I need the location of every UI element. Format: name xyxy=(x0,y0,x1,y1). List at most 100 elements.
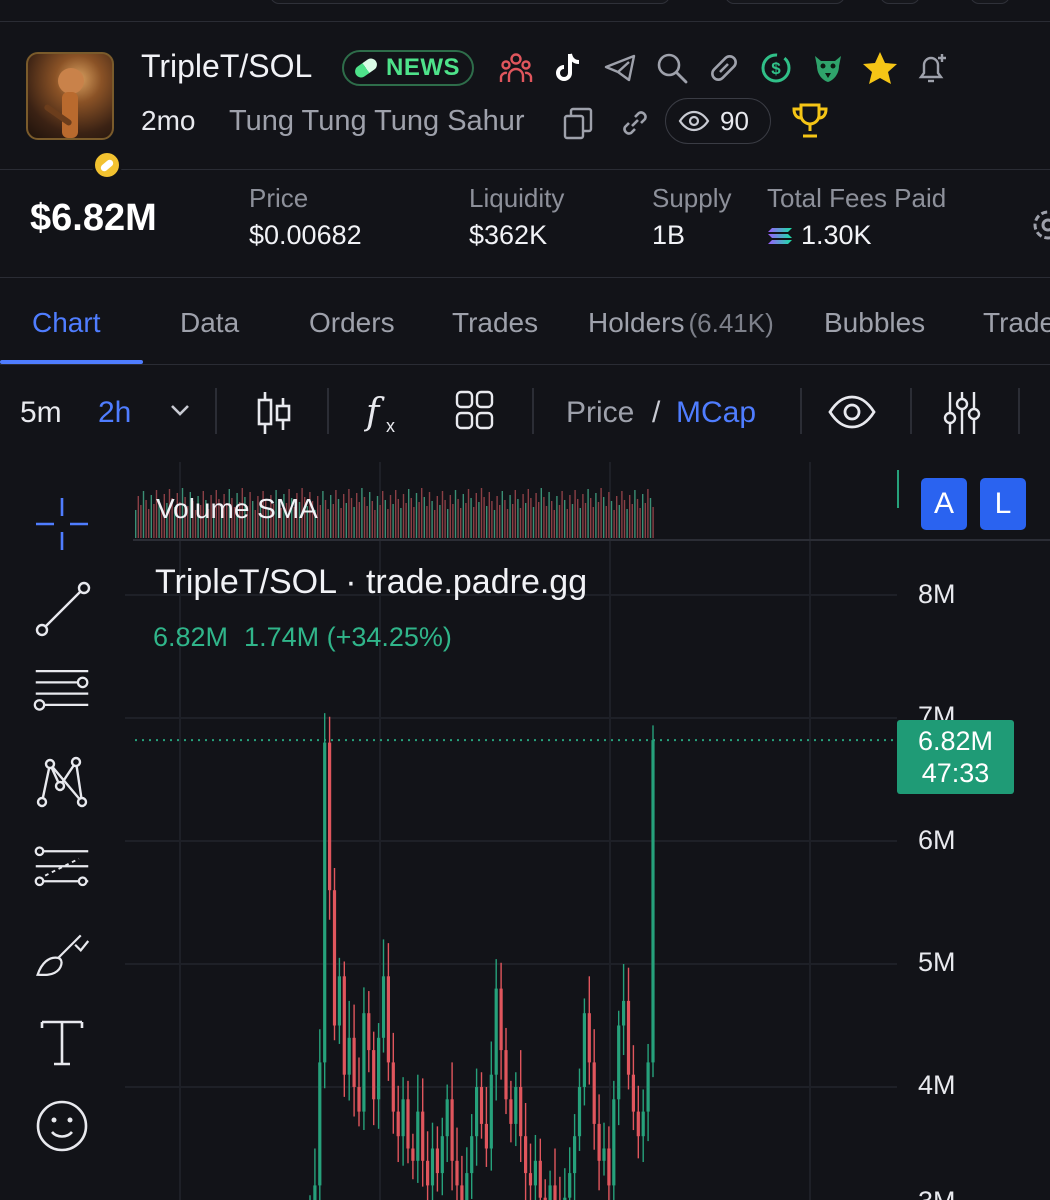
volume-bar xyxy=(517,499,519,538)
settings-sliders-icon[interactable] xyxy=(942,390,982,441)
token-avatar[interactable] xyxy=(26,52,122,180)
candle-body xyxy=(479,1087,484,1124)
chevron-down-icon[interactable] xyxy=(168,402,192,423)
volume-bar xyxy=(621,491,623,538)
candles-icon[interactable] xyxy=(255,390,293,441)
horizontal-lines-icon[interactable] xyxy=(32,658,92,718)
emoji-icon[interactable] xyxy=(32,1096,92,1156)
candle-body xyxy=(622,1000,626,1026)
volume-bar xyxy=(348,489,350,538)
price-tag-time: 47:33 xyxy=(921,758,990,788)
volume-bar xyxy=(545,506,548,538)
volume-bar xyxy=(434,510,436,538)
candle-body xyxy=(484,1123,488,1149)
link-icon[interactable] xyxy=(698,48,750,88)
volume-bar xyxy=(465,503,467,538)
indicators-icon[interactable]: fx xyxy=(363,390,404,441)
candle-body xyxy=(313,1185,317,1200)
views-counter[interactable]: 90 xyxy=(665,98,771,144)
pattern-icon[interactable] xyxy=(32,752,92,812)
tab-orders[interactable]: Orders xyxy=(309,307,395,339)
copy-icon[interactable] xyxy=(562,106,594,145)
text-tool-icon[interactable] xyxy=(32,1012,92,1072)
candle-body xyxy=(460,1185,464,1200)
interval-2h[interactable]: 2h xyxy=(98,396,131,430)
volume-bar xyxy=(600,488,602,538)
telegram-icon[interactable] xyxy=(594,48,646,88)
volume-bar xyxy=(353,507,355,538)
active-tab-underline xyxy=(0,360,143,364)
candle-body xyxy=(342,976,346,1075)
eye-icon[interactable] xyxy=(827,392,877,437)
volume-bar xyxy=(449,495,451,538)
stat-liquidity: Liquidity $362K xyxy=(469,183,564,251)
candle-body xyxy=(406,1099,410,1149)
bell-plus-icon[interactable] xyxy=(906,48,958,88)
layout-grid-icon[interactable] xyxy=(455,390,495,437)
volume-bar xyxy=(626,509,628,538)
toolbar-divider xyxy=(327,388,329,434)
mcap-toggle[interactable]: MCap xyxy=(676,396,756,430)
candle-body xyxy=(362,1013,366,1112)
volume-bar xyxy=(345,503,347,538)
candle-body xyxy=(475,1087,479,1137)
volume-bar xyxy=(553,510,555,538)
fib-lines-icon[interactable] xyxy=(32,840,92,900)
candle-body xyxy=(372,1050,376,1100)
log-scale-button[interactable]: L xyxy=(980,478,1026,530)
crosshair-icon[interactable] xyxy=(32,494,92,554)
gear-icon[interactable] xyxy=(1026,205,1050,250)
star-icon[interactable] xyxy=(854,48,906,88)
volume-bar xyxy=(441,491,444,538)
tab-bubbles[interactable]: Bubbles xyxy=(824,307,925,339)
volume-bar xyxy=(475,493,477,538)
tiktok-icon[interactable] xyxy=(542,48,594,88)
volume-bar xyxy=(382,491,384,538)
volume-bar xyxy=(343,494,345,538)
link-icon[interactable] xyxy=(618,106,652,145)
candle-body xyxy=(582,1013,586,1087)
volume-bar xyxy=(527,489,529,538)
eye-icon xyxy=(678,110,710,132)
candle-body xyxy=(504,1050,508,1100)
volume-bar xyxy=(153,504,155,538)
tab-data[interactable]: Data xyxy=(180,307,239,339)
auto-scale-button[interactable]: A xyxy=(921,478,967,530)
top-pill xyxy=(270,0,670,4)
trend-line-icon[interactable] xyxy=(32,580,92,640)
tab-holders[interactable]: Holders (6.41K) xyxy=(588,307,774,339)
volume-bar xyxy=(634,490,636,538)
trophy-icon[interactable] xyxy=(790,102,830,145)
dollar-circle-icon[interactable]: $ xyxy=(750,48,802,88)
svg-text:f: f xyxy=(364,392,385,433)
community-icon[interactable] xyxy=(490,48,542,88)
y-tick-3m: 3M xyxy=(918,1186,956,1200)
candle-body xyxy=(514,1087,518,1124)
volume-bar xyxy=(522,494,524,538)
volume-bar xyxy=(535,493,537,538)
last-price-tag: 6.82M 47:33 xyxy=(897,720,1014,794)
volume-bar xyxy=(618,505,620,538)
candle-body xyxy=(553,1185,557,1200)
volume-bar xyxy=(605,506,607,538)
candle-body xyxy=(489,1074,493,1149)
eagle-icon[interactable] xyxy=(802,48,854,88)
interval-5m[interactable]: 5m xyxy=(20,396,62,430)
candle-body xyxy=(367,1013,371,1051)
tab-chart[interactable]: Chart xyxy=(32,307,100,339)
volume-bar xyxy=(579,508,581,538)
candle-body xyxy=(607,1148,611,1186)
brush-icon[interactable] xyxy=(32,926,92,986)
news-badge[interactable]: NEWS xyxy=(342,50,474,86)
tab-trade[interactable]: Trade xyxy=(983,307,1050,339)
search-icon[interactable] xyxy=(646,48,698,88)
volume-bar xyxy=(509,495,511,538)
volume-bar xyxy=(148,509,150,538)
tab-trades[interactable]: Trades xyxy=(452,307,538,339)
y-tick-6m: 6M xyxy=(918,825,956,855)
pair-title: TripleT/SOL xyxy=(141,48,313,84)
price-toggle[interactable]: Price xyxy=(566,396,634,430)
volume-bar xyxy=(324,500,327,538)
volume-bar xyxy=(392,504,394,538)
candle-body xyxy=(524,1136,528,1174)
